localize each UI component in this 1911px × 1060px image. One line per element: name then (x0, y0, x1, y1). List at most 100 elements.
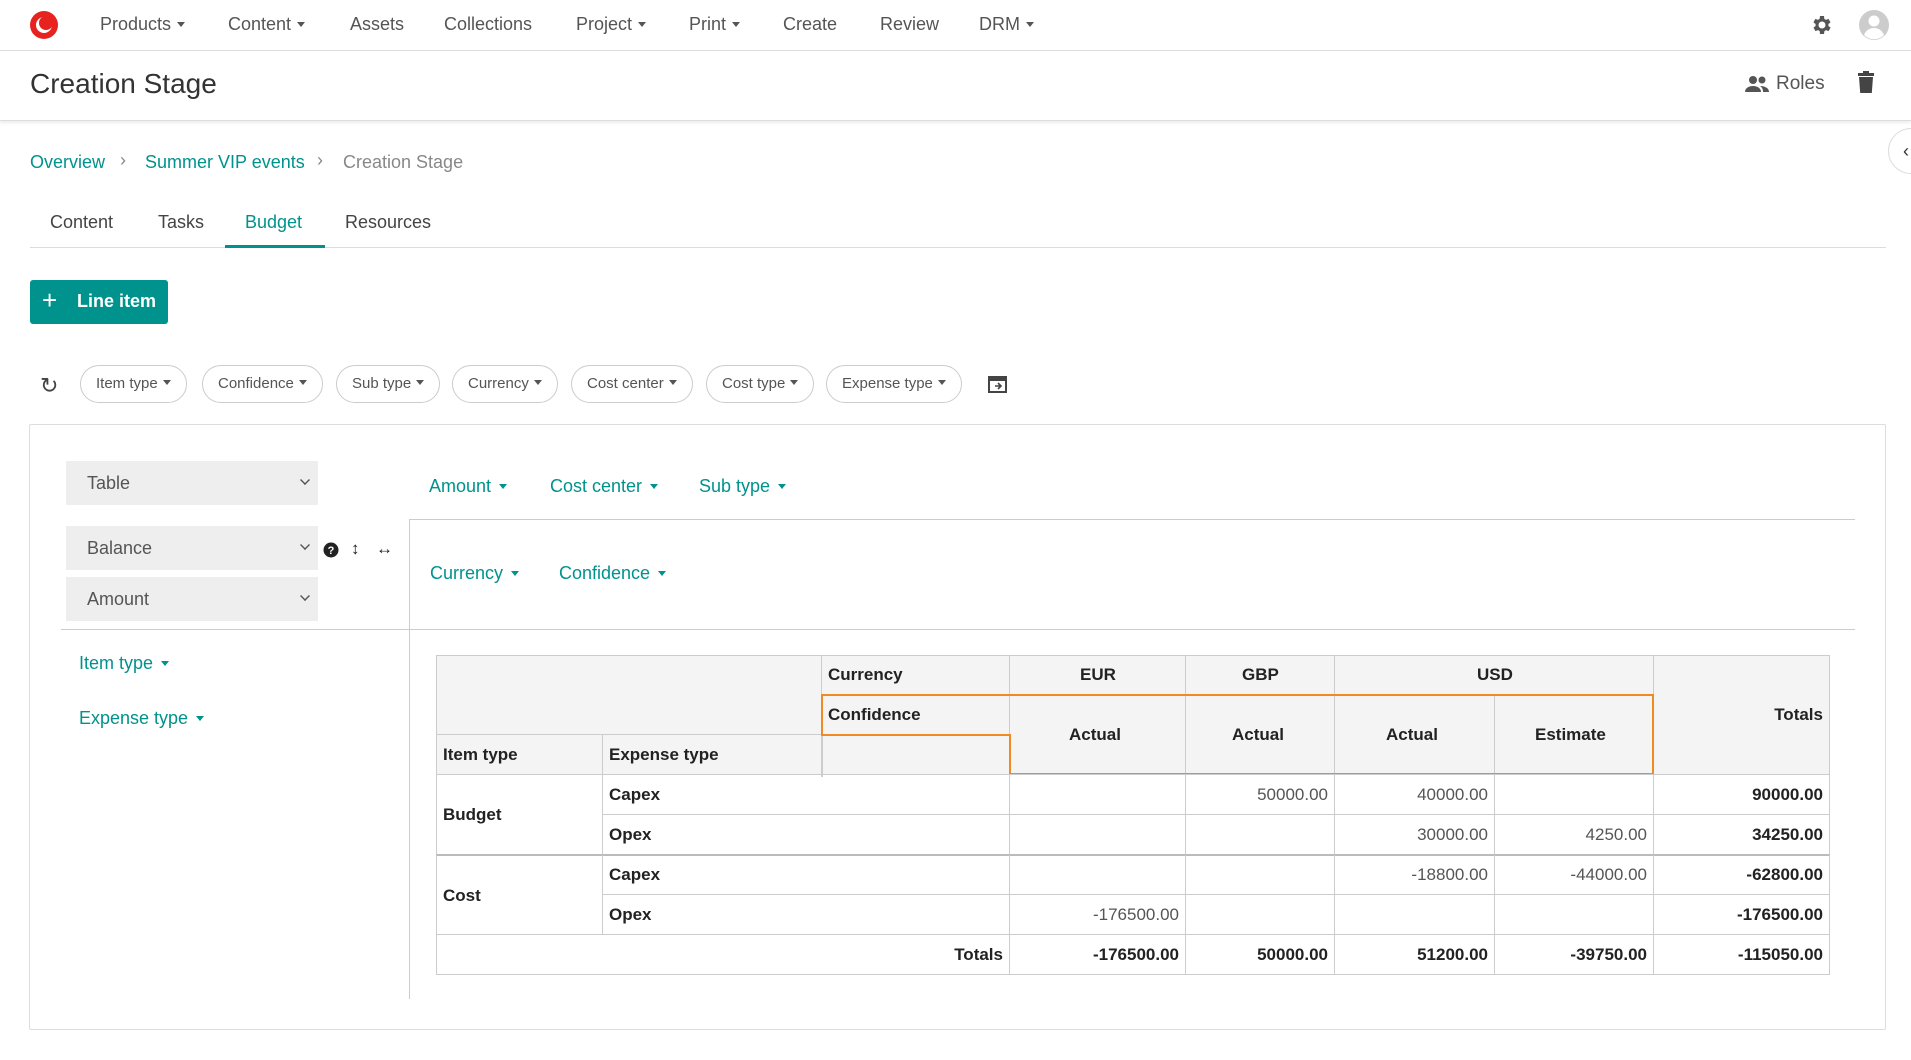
table-cell: 4250.00 (1494, 814, 1654, 855)
nav-products[interactable]: Products (100, 14, 186, 35)
pivot-col-confidence[interactable]: Confidence (559, 563, 667, 584)
add-line-item-button[interactable]: + Line item (30, 280, 168, 324)
pivot-field-amount[interactable]: Amount (429, 476, 508, 497)
help-icon[interactable]: ? (323, 542, 339, 563)
table-cell: 40000.00 (1334, 774, 1495, 815)
table-cell (1494, 774, 1654, 815)
brand-logo-icon[interactable] (29, 10, 59, 40)
tab-content[interactable]: Content (50, 212, 113, 233)
nav-content[interactable]: Content (228, 14, 306, 35)
caret-down-icon (162, 380, 171, 385)
page-header: Creation Stage Roles (0, 51, 1911, 121)
col-header-currency: Currency (821, 655, 1010, 695)
user-avatar-icon[interactable] (1859, 10, 1889, 40)
notch-edge (821, 736, 823, 777)
breadcrumb-overview[interactable]: Overview (30, 152, 105, 173)
row-cost-capex: Capex (602, 854, 1010, 895)
chevron-down-icon (300, 540, 310, 550)
pivot-divider (410, 519, 1855, 520)
filter-item-type[interactable]: Item type (80, 365, 187, 403)
filter-sub-type[interactable]: Sub type (336, 365, 441, 403)
sort-vertical-icon[interactable]: ↕ (351, 539, 360, 559)
nav-print[interactable]: Print (689, 14, 741, 35)
col-header-totals: Totals (1653, 655, 1830, 775)
caret-down-icon (161, 661, 170, 666)
notch-fill (823, 736, 1009, 775)
caret-down-icon (732, 22, 741, 27)
chevron-down-icon (300, 475, 310, 485)
col-header-gbp: GBP (1185, 655, 1335, 695)
sort-horizontal-icon[interactable]: ↔ (376, 539, 393, 559)
people-icon (1745, 76, 1769, 92)
caret-down-icon (790, 380, 799, 385)
caret-down-icon (533, 380, 542, 385)
nav-create[interactable]: Create (783, 14, 837, 35)
table-cell (1334, 894, 1495, 935)
table-cell: -18800.00 (1334, 854, 1495, 895)
pivot-field-sub-type[interactable]: Sub type (699, 476, 787, 497)
nav-project[interactable]: Project (576, 14, 647, 35)
roles-button[interactable]: Roles (1744, 73, 1825, 95)
pivot-row-item-type[interactable]: Item type (79, 653, 170, 674)
caret-down-icon (297, 22, 306, 27)
caret-down-icon (196, 716, 205, 721)
chevron-left-icon: ‹ (1903, 141, 1909, 161)
caret-down-icon (177, 22, 186, 27)
row-total: 34250.00 (1653, 814, 1830, 855)
filter-confidence[interactable]: Confidence (202, 365, 323, 403)
col-header-usd: USD (1334, 655, 1654, 695)
svg-text:?: ? (328, 545, 335, 557)
view-select[interactable]: Table (66, 461, 318, 505)
filter-expense-type[interactable]: Expense type (826, 365, 962, 403)
nav-collections[interactable]: Collections (444, 14, 532, 35)
gear-icon[interactable] (1810, 13, 1834, 37)
page-title: Creation Stage (30, 68, 217, 99)
chevron-right-icon: › (120, 150, 126, 170)
pivot-row-expense-type[interactable]: Expense type (79, 708, 205, 729)
table-cell (1185, 814, 1335, 855)
table-cell (1009, 854, 1186, 895)
row-group-cost: Cost (436, 854, 603, 935)
breadcrumb-current: Creation Stage (343, 152, 464, 172)
trash-icon[interactable] (1857, 71, 1875, 93)
side-panel-toggle[interactable]: ‹ (1888, 128, 1911, 174)
filter-cost-type[interactable]: Cost type (706, 365, 815, 403)
caret-down-icon (298, 380, 307, 385)
table-cell: -44000.00 (1494, 854, 1654, 895)
export-table-icon[interactable] (988, 374, 1008, 394)
caret-down-icon (650, 484, 659, 489)
breadcrumb-summer-vip-events[interactable]: Summer VIP events (145, 152, 305, 173)
active-tab-indicator (225, 245, 325, 248)
filter-currency[interactable]: Currency (452, 365, 558, 403)
table-cell (1009, 774, 1186, 815)
pivot-field-cost-center[interactable]: Cost center (550, 476, 659, 497)
table-cell (1185, 894, 1335, 935)
filter-cost-center[interactable]: Cost center (571, 365, 693, 403)
tab-budget[interactable]: Budget (245, 212, 302, 233)
nav-assets[interactable]: Assets (350, 14, 404, 35)
nav-review[interactable]: Review (880, 14, 939, 35)
row-cost-opex: Opex (602, 894, 1010, 935)
nav-drm[interactable]: DRM (979, 14, 1034, 35)
refresh-icon[interactable]: ↻ (40, 373, 58, 399)
aggregator-select[interactable]: Balance (66, 526, 318, 570)
row-budget-opex: Opex (602, 814, 1010, 855)
totals-row-label: Totals (436, 934, 1010, 975)
tab-tasks[interactable]: Tasks (158, 212, 204, 233)
row-header-item-type: Item type (436, 734, 603, 775)
value-select[interactable]: Amount (66, 577, 318, 621)
column-total: -176500.00 (1009, 934, 1186, 975)
pivot-col-currency[interactable]: Currency (430, 563, 520, 584)
row-total: -176500.00 (1653, 894, 1830, 935)
table-cell (1185, 854, 1335, 895)
tab-resources[interactable]: Resources (345, 212, 431, 233)
caret-down-icon (638, 22, 647, 27)
pivot-divider (409, 519, 410, 999)
roles-label: Roles (1776, 73, 1825, 94)
caret-down-icon (658, 571, 667, 576)
pivot-divider (61, 629, 1855, 630)
column-total: 51200.00 (1334, 934, 1495, 975)
column-total: -39750.00 (1494, 934, 1654, 975)
table-cell (1494, 894, 1654, 935)
row-header-expense-type: Expense type (602, 734, 822, 775)
